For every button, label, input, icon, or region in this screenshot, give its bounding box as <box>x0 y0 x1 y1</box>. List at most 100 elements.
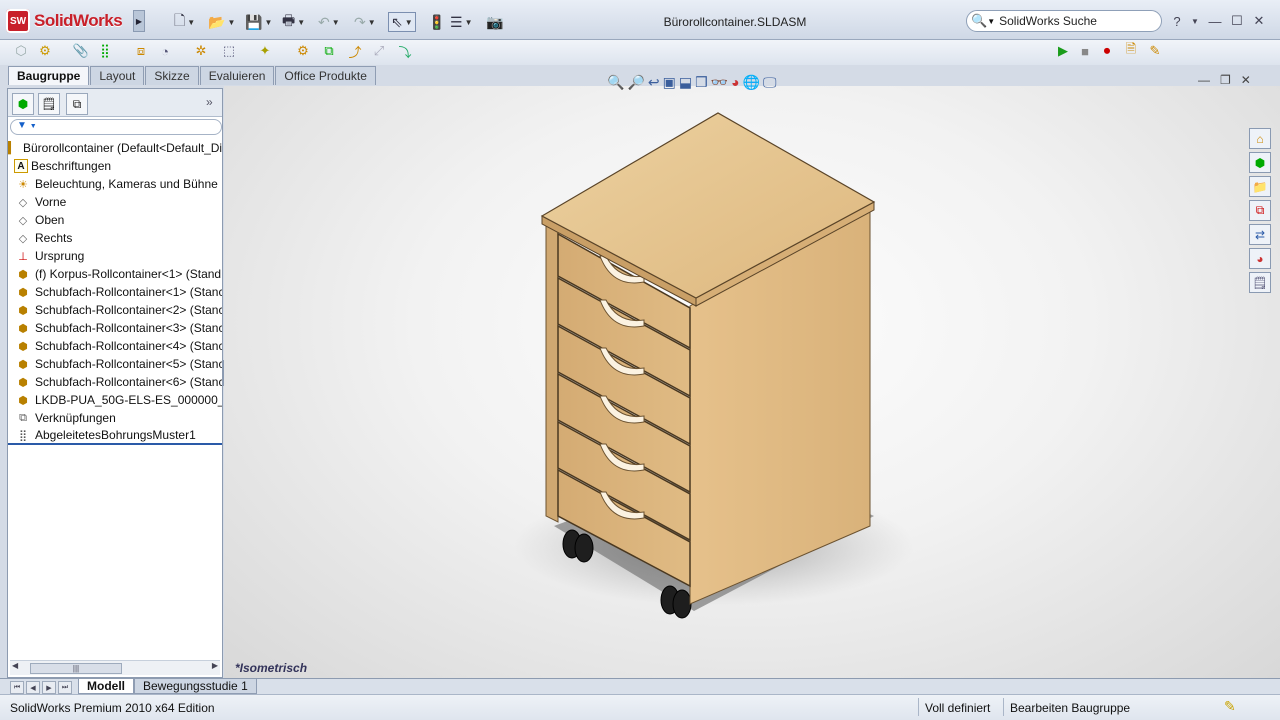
hide-show-items-icon[interactable]: 👓 <box>711 74 728 91</box>
hide-show-icon[interactable]: ◔ <box>156 42 174 60</box>
chevron-down-icon[interactable]: ▼ <box>465 18 473 27</box>
play-macro-icon[interactable]: ▶ <box>1054 42 1072 60</box>
custom-properties-icon[interactable]: 🗒 <box>1249 272 1271 293</box>
new-part-icon[interactable]: ⚙ <box>36 42 54 60</box>
tree-item[interactable]: ⬢ Schubfach-Rollcontainer<2> (Stanc <box>8 301 222 319</box>
screenshot-button[interactable]: 📷 <box>486 12 503 32</box>
edit-appearance-icon[interactable]: ◕ <box>731 74 739 90</box>
select-button[interactable]: ⇖ ▼ <box>388 12 416 32</box>
tree-item[interactable]: ⬢ Schubfach-Rollcontainer<6> (Stanc <box>8 373 222 391</box>
viewport-minimize-icon[interactable]: — <box>1198 73 1210 89</box>
graphics-viewport[interactable] <box>224 86 1280 678</box>
save-button[interactable]: 💾 ▼ <box>245 12 272 32</box>
exploded-view-icon[interactable]: ⧉ <box>320 42 338 60</box>
reference-geometry-icon[interactable]: ⬚ <box>220 42 238 60</box>
explode-line-icon[interactable]: ⤴ <box>346 42 364 60</box>
tree-item[interactable]: ⬢ Schubfach-Rollcontainer<4> (Stanc <box>8 337 222 355</box>
previous-view-icon[interactable]: ↩ <box>648 74 660 91</box>
cabinet-model-drawing[interactable] <box>224 86 1280 678</box>
design-library-icon[interactable]: ⬢ <box>1249 152 1271 173</box>
configuration-manager-tab-icon[interactable]: ⧉ <box>66 93 88 115</box>
tab-baugruppe[interactable]: Baugruppe <box>8 66 90 85</box>
tree-item[interactable]: ⬢ LKDB-PUA_50G-ELS-ES_000000_G15 <box>8 391 222 409</box>
feature-filter[interactable]: ▼ ▼ <box>10 119 222 135</box>
smart-fasteners-icon[interactable]: ⤵ <box>396 42 414 60</box>
menu-expand-icon[interactable]: ▶ <box>133 10 145 32</box>
options-button[interactable]: ☰ ▼ <box>450 12 472 32</box>
chevron-down-icon[interactable]: ▼ <box>405 18 413 27</box>
file-explorer-icon[interactable]: 📁 <box>1249 176 1271 197</box>
stop-macro-icon[interactable]: ■ <box>1076 42 1094 60</box>
maximize-icon[interactable]: ☐ <box>1228 12 1246 30</box>
help-icon[interactable]: ? <box>1168 12 1186 30</box>
tree-item[interactable]: ⬢ Schubfach-Rollcontainer<5> (Stanc <box>8 355 222 373</box>
new-macro-icon[interactable]: 🗎 <box>1122 41 1140 60</box>
rebuild-button[interactable]: 🚦 <box>428 12 445 32</box>
tab-skizze[interactable]: Skizze <box>145 66 199 85</box>
record-macro-icon[interactable]: ⏺ <box>1098 42 1116 60</box>
chevron-down-icon[interactable]: ▼ <box>227 18 235 27</box>
print-button[interactable]: 🖶 ▼ <box>282 12 305 32</box>
display-style-icon[interactable]: ❒ <box>695 74 708 91</box>
chevron-down-icon[interactable]: ▼ <box>332 18 340 27</box>
tree-item[interactable]: ☀ Beleuchtung, Kameras und Bühne <box>8 175 222 193</box>
tree-item[interactable]: ⬢ (f) Korpus-Rollcontainer<1> (Stand <box>8 265 222 283</box>
instant3d-icon[interactable]: ⤢ <box>370 42 388 60</box>
viewport-close-icon[interactable]: ✕ <box>1241 73 1251 89</box>
minimize-icon[interactable]: — <box>1206 12 1224 30</box>
view-settings-icon[interactable]: 🖵 <box>763 74 777 91</box>
pattern-icon[interactable]: ⣿ <box>96 42 114 60</box>
tab-evaluieren[interactable]: Evaluieren <box>199 66 275 85</box>
chevron-down-icon[interactable]: ▼ <box>264 18 272 27</box>
bill-of-materials-icon[interactable]: ⚙ <box>294 42 312 60</box>
view-orientation-icon[interactable]: ⬓ <box>679 74 692 91</box>
tree-item[interactable]: ⣿ AbgeleitetesBohrungsMuster1 <box>8 427 222 445</box>
tree-item[interactable]: ⊥ Ursprung <box>8 247 222 265</box>
chevron-down-icon[interactable]: ▼ <box>297 18 305 27</box>
section-view-icon[interactable]: ▣ <box>663 74 676 91</box>
search-results-icon[interactable]: ⧉ <box>1249 200 1271 221</box>
view-palette-icon[interactable]: ⇄ <box>1249 224 1271 245</box>
tab-office-produkte[interactable]: Office Produkte <box>275 66 376 85</box>
search-box[interactable]: 🔍 ▼ SolidWorks Suche <box>966 10 1162 32</box>
scroll-right-icon[interactable]: ▶ <box>212 661 218 670</box>
last-tab-icon[interactable]: ⏭ <box>58 681 72 694</box>
help-dropdown-icon[interactable]: ▼ <box>1186 12 1204 30</box>
undo-button[interactable]: ↶ ▼ <box>318 12 340 32</box>
chevron-down-icon[interactable]: ▼ <box>368 18 376 27</box>
open-button[interactable]: 📂 ▼ <box>208 12 235 32</box>
tree-item[interactable]: ◇ Oben <box>8 211 222 229</box>
property-manager-tab-icon[interactable]: 🗒 <box>38 93 60 115</box>
tab-modell[interactable]: Modell <box>78 679 134 694</box>
zoom-to-fit-icon[interactable]: 🔍 <box>607 74 624 91</box>
tree-item[interactable]: ◇ Vorne <box>8 193 222 211</box>
assembly-features-icon[interactable]: ✲ <box>192 42 210 60</box>
zoom-to-area-icon[interactable]: 🔎 <box>627 74 644 91</box>
viewport-restore-icon[interactable]: ❐ <box>1220 73 1231 89</box>
close-icon[interactable]: ✕ <box>1250 12 1268 30</box>
tree-item[interactable]: A Beschriftungen <box>8 157 222 175</box>
expand-panel-icon[interactable]: » <box>206 95 213 109</box>
appearances-icon[interactable]: ◕ <box>1249 248 1271 269</box>
apply-scene-icon[interactable]: 🌐 <box>743 74 760 91</box>
solidworks-resources-icon[interactable]: ⌂ <box>1249 128 1271 149</box>
scrollbar-thumb[interactable]: ||| <box>30 663 122 674</box>
tree-item[interactable]: ⬢ Schubfach-Rollcontainer<1> (Stanc <box>8 283 222 301</box>
chevron-down-icon[interactable]: ▼ <box>187 18 195 27</box>
search-dropdown-icon[interactable]: ▼ <box>987 17 995 26</box>
move-component-icon[interactable]: ⧈ <box>132 42 150 60</box>
edit-macro-icon[interactable]: ✎ <box>1146 42 1164 60</box>
mate-icon[interactable]: 📎 <box>72 42 90 60</box>
feature-tree-tab-icon[interactable]: ⬢ <box>12 93 34 115</box>
tree-item[interactable]: ⧉ Verknüpfungen <box>8 409 222 427</box>
tab-layout[interactable]: Layout <box>90 66 145 85</box>
tree-item[interactable]: ⬢ Schubfach-Rollcontainer<3> (Stanc <box>8 319 222 337</box>
insert-component-icon[interactable]: ⬡ <box>12 42 30 60</box>
solidworks-logo[interactable]: SW SolidWorks <box>6 8 134 34</box>
scroll-left-icon[interactable]: ◀ <box>12 661 18 670</box>
tree-item[interactable]: ◇ Rechts <box>8 229 222 247</box>
rebuild-status-icon[interactable]: ✎ <box>1224 698 1236 715</box>
next-tab-icon[interactable]: ▶ <box>42 681 56 694</box>
new-motion-study-icon[interactable]: ✦ <box>256 42 274 60</box>
tree-root-assembly[interactable]: ▌ Bürorollcontainer (Default<Default_Dis <box>8 139 222 157</box>
